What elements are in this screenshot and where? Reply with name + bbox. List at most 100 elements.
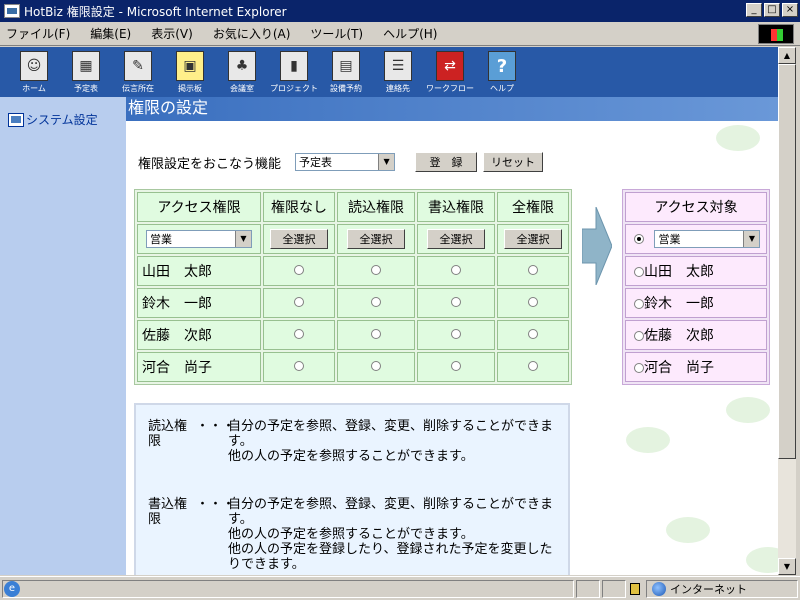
help-icon: ? <box>488 51 516 81</box>
description-dots: ・・・ <box>196 497 236 512</box>
close-button[interactable]: × <box>782 3 798 17</box>
radio-write[interactable] <box>451 329 461 339</box>
radio-read[interactable] <box>371 265 381 275</box>
radio-read[interactable] <box>371 329 381 339</box>
menu-view[interactable]: 表示(V) <box>151 25 193 42</box>
toolbar-label: ホーム <box>22 84 46 93</box>
select-all-read-button[interactable]: 全選択 <box>347 229 405 249</box>
register-button[interactable]: 登 録 <box>415 152 478 172</box>
target-group-select[interactable]: 営業 ▼ <box>654 230 761 248</box>
maximize-button[interactable]: □ <box>764 3 780 17</box>
description-line: 他の人の予定を参照することができます。 <box>228 449 474 464</box>
toolbar-meeting[interactable]: ♣ 会議室 <box>216 47 268 97</box>
radio-write[interactable] <box>451 361 461 371</box>
target-user-radio[interactable] <box>634 331 644 341</box>
chevron-down-icon: ▼ <box>378 154 395 170</box>
radio-none[interactable] <box>294 297 304 307</box>
radio-none[interactable] <box>294 329 304 339</box>
permission-description-box: 読込権限 ・・・ 自分の予定を参照、登録、変更、削除することができます。 他の人… <box>134 403 570 575</box>
target-user-radio[interactable] <box>634 267 644 277</box>
menu-tools[interactable]: ツール(T) <box>310 25 363 42</box>
menu-edit[interactable]: 編集(E) <box>90 25 131 42</box>
radio-cell <box>417 320 495 350</box>
radio-write[interactable] <box>451 297 461 307</box>
radio-write[interactable] <box>451 265 461 275</box>
group-select-cell: 営業 ▼ <box>137 224 261 254</box>
radio-read[interactable] <box>371 297 381 307</box>
main-content: 権限の設定 権限設定をおこなう機能 予定表 ▼ 登 録 リセット アクセス権限 … <box>126 97 778 575</box>
select-all-write-button[interactable]: 全選択 <box>427 229 485 249</box>
toolbar-contacts[interactable]: ☰ 連絡先 <box>372 47 424 97</box>
select-all-none-button[interactable]: 全選択 <box>270 229 328 249</box>
toolbar-schedule[interactable]: ▦ 予定表 <box>60 47 112 97</box>
radio-all[interactable] <box>528 297 538 307</box>
background-decoration <box>666 517 710 543</box>
chevron-down-icon: ▼ <box>235 231 251 247</box>
header-access: アクセス権限 <box>137 192 261 222</box>
meeting-icon: ♣ <box>228 51 256 81</box>
arrow-right-icon <box>582 207 612 285</box>
window-controls: _ □ × <box>746 3 798 17</box>
toolbar-help[interactable]: ? ヘルプ <box>476 47 528 97</box>
person-icon: ☺ <box>20 51 48 81</box>
radio-cell <box>337 352 415 382</box>
radio-all[interactable] <box>528 361 538 371</box>
radio-cell <box>497 256 569 286</box>
status-cell <box>602 580 626 598</box>
toolbar-label: 会議室 <box>230 84 254 93</box>
windows-logo-icon <box>758 24 794 44</box>
menu-file[interactable]: ファイル(F) <box>6 25 70 42</box>
monitor-icon <box>8 112 24 127</box>
select-all-cell: 全選択 <box>497 224 569 254</box>
status-text-cell <box>2 580 574 598</box>
menu-favorites[interactable]: お気に入り(A) <box>213 25 291 42</box>
vertical-scrollbar[interactable]: ▲ ▼ <box>778 47 796 575</box>
target-group-cell: 営業 ▼ <box>625 224 767 254</box>
menu-help[interactable]: ヘルプ(H) <box>383 25 437 42</box>
app-toolbar: ☺ ホーム ▦ 予定表 ✎ 伝言所在 ▣ 掲示板 ♣ 会議室 ▮ プロジェクト ▤ 設備予約 … <box>0 47 778 97</box>
target-user-radio[interactable] <box>634 363 644 373</box>
target-user-name: 河合 尚子 <box>644 360 714 376</box>
radio-all[interactable] <box>528 265 538 275</box>
toolbar-message[interactable]: ✎ 伝言所在 <box>112 47 164 97</box>
target-group-radio[interactable] <box>634 234 644 244</box>
toolbar-label: プロジェクト <box>270 84 318 93</box>
description-line: 他の人の予定を参照することができます。 <box>228 527 474 542</box>
user-name: 佐藤 次郎 <box>137 320 261 350</box>
radio-all[interactable] <box>528 329 538 339</box>
select-all-all-button[interactable]: 全選択 <box>504 229 562 249</box>
description-line: 自分の予定を参照、登録、変更、削除することができます。 <box>228 419 554 449</box>
target-user-radio[interactable] <box>634 299 644 309</box>
radio-cell <box>263 288 335 318</box>
chevron-down-icon: ▼ <box>743 231 760 247</box>
radio-cell <box>497 352 569 382</box>
radio-none[interactable] <box>294 361 304 371</box>
description-body: 自分の予定を参照、登録、変更、削除することができます。 他の人の予定を参照するこ… <box>228 497 564 572</box>
toolbar-home[interactable]: ☺ ホーム <box>8 47 60 97</box>
group-select[interactable]: 営業 ▼ <box>146 230 252 248</box>
radio-cell <box>263 256 335 286</box>
select-all-cell: 全選択 <box>263 224 335 254</box>
description-write: 書込権限 ・・・ 自分の予定を参照、登録、変更、削除することができます。 他の人… <box>148 497 564 572</box>
scroll-up-icon[interactable]: ▲ <box>778 47 796 64</box>
minimize-button[interactable]: _ <box>746 3 762 17</box>
toolbar-project[interactable]: ▮ プロジェクト <box>268 47 320 97</box>
toolbar-label: ヘルプ <box>490 84 514 93</box>
target-group-value: 営業 <box>658 233 681 246</box>
toolbar-equipment[interactable]: ▤ 設備予約 <box>320 47 372 97</box>
toolbar-label: 伝言所在 <box>122 84 154 93</box>
group-select-value: 営業 <box>150 233 172 246</box>
sidebar-item-label: システム設定 <box>26 113 98 127</box>
radio-none[interactable] <box>294 265 304 275</box>
toolbar-workflow[interactable]: ⇄ ワークフロー <box>424 47 476 97</box>
scrollbar-thumb[interactable] <box>778 64 796 459</box>
sidebar-item-system-settings[interactable]: システム設定 <box>8 111 98 128</box>
function-select[interactable]: 予定表 ▼ <box>295 153 396 171</box>
radio-cell <box>337 320 415 350</box>
window-titlebar[interactable]: HotBiz 権限設定 - Microsoft Internet Explore… <box>0 0 800 22</box>
toolbar-board[interactable]: ▣ 掲示板 <box>164 47 216 97</box>
scroll-down-icon[interactable]: ▼ <box>778 558 796 575</box>
reset-button[interactable]: リセット <box>483 152 544 172</box>
background-decoration <box>716 125 760 151</box>
radio-read[interactable] <box>371 361 381 371</box>
